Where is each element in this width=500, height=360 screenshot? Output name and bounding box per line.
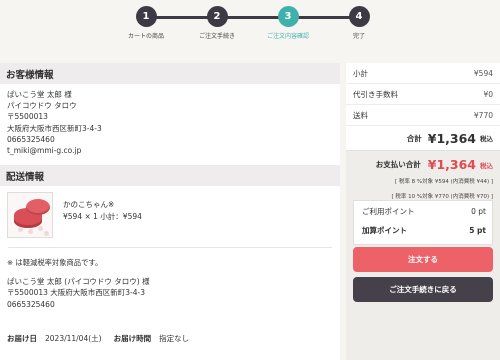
- customer-postal: 〒5500013: [7, 112, 48, 122]
- delivery-date-label: お届け日: [7, 334, 37, 343]
- step-4: 4 完了: [324, 6, 394, 40]
- points-box: ご利用ポイント 0 pt 加算ポイント 5 pt: [353, 200, 493, 245]
- step-1-number: 1: [135, 6, 157, 27]
- customer-phone: 0665325460: [7, 134, 55, 144]
- customer-name: ぱいこう堂 太郎 様: [7, 90, 72, 99]
- earned-points-row: 加算ポイント 5 pt: [362, 224, 486, 237]
- customer-email: t_miki@mmi-g.co.jp: [7, 146, 82, 156]
- place-order-button[interactable]: 注文する: [353, 247, 493, 272]
- delivery-time-value: 指定なし: [159, 334, 190, 343]
- delivery-info-heading: 配送情報: [0, 165, 340, 187]
- tax-8-line: [ 税率 8 %対象 ¥594 (内消費税 ¥44) ]: [394, 179, 493, 185]
- step-3-number: 3: [277, 6, 299, 27]
- customer-info-heading: お客様情報: [0, 63, 340, 84]
- customer-info: ぱいこう堂 太郎 様 パイコウドウ タロウ 〒5500013 大阪府大阪市西区新…: [0, 84, 340, 156]
- shipping-value: ¥770: [473, 110, 493, 120]
- recipient-name: ぱいこう堂 太郎 (パイコウドウ タロウ) 様: [7, 277, 150, 287]
- reduced-tax-note: ※ は軽減税率対象商品です。: [7, 258, 103, 268]
- earned-points-value: 5 pt: [469, 226, 486, 235]
- customer-kana: パイコウドウ タロウ: [7, 101, 77, 111]
- step-4-number: 4: [348, 6, 370, 27]
- payment-total-block: お支払い合計 ¥1,364 税込 [ 税率 8 %対象 ¥594 (内消費税 ¥…: [346, 151, 500, 205]
- cod-fee-row: 代引き手数料 ¥0: [346, 84, 500, 105]
- back-to-checkout-button[interactable]: ご注文手続きに戻る: [353, 277, 493, 302]
- delivery-time-label: お届け時間: [113, 334, 152, 343]
- cod-fee-value: ¥0: [483, 89, 493, 99]
- product-price-line: ¥594 × 1 小計：¥594: [63, 212, 142, 222]
- used-points-row: ご利用ポイント 0 pt: [362, 205, 486, 218]
- product-image: [7, 192, 53, 239]
- subtotal-value: ¥594: [473, 68, 493, 78]
- total-label: 合計: [406, 133, 422, 143]
- tax-10-line: [ 税率 10 %対象 ¥770 (内消費税 ¥70) ]: [391, 194, 493, 200]
- step-2-number: 2: [206, 6, 228, 27]
- total-row: 合計 ¥1,364 税込: [346, 126, 500, 151]
- shipping-label: 送料: [353, 110, 368, 120]
- step-4-label: 完了: [352, 33, 365, 40]
- payment-total-label: お支払い合計: [375, 160, 421, 169]
- used-points-label: ご利用ポイント: [362, 207, 415, 216]
- recipient-address: 〒5500013 大阪府大阪市西区新町3-4-3: [7, 288, 146, 298]
- step-1: 1 カートの商品: [111, 6, 181, 40]
- total-tax-label: 税込: [480, 135, 493, 143]
- delivery-date-value: 2023/11/04(土): [45, 334, 102, 343]
- step-3-label: ご注文内容確認: [266, 33, 309, 40]
- payment-tax-label: 税込: [480, 161, 493, 170]
- step-2: 2 ご注文手続き: [182, 6, 252, 40]
- step-3: 3 ご注文内容確認: [253, 6, 323, 40]
- earned-points-label: 加算ポイント: [362, 226, 407, 235]
- order-summary: 小計 ¥594 代引き手数料 ¥0 送料 ¥770 合計 ¥1,364 税込 お…: [346, 63, 500, 360]
- recipient-phone: 0665325460: [7, 299, 55, 309]
- payment-total-value: ¥1,364: [427, 157, 476, 172]
- checkout-steps: 1 カートの商品 2 ご注文手続き 3 ご注文内容確認 4 完了: [0, 0, 500, 50]
- delivery-schedule: お届け日 2023/11/04(土) お届け時間 指定なし: [7, 333, 201, 344]
- step-1-label: カートの商品: [127, 33, 164, 40]
- subtotal-label: 小計: [353, 68, 368, 78]
- cod-fee-label: 代引き手数料: [353, 89, 398, 99]
- subtotal-row: 小計 ¥594: [346, 63, 500, 84]
- product-name: かのこちゃん※: [63, 200, 115, 210]
- customer-address: 大阪府大阪市西区新町3-4-3: [7, 123, 102, 133]
- used-points-value: 0 pt: [471, 207, 486, 216]
- order-details-card: お客様情報 ぱいこう堂 太郎 様 パイコウドウ タロウ 〒5500013 大阪府…: [0, 63, 340, 360]
- recipient-info: ぱいこう堂 太郎 (パイコウドウ タロウ) 様 〒5500013 大阪府大阪市西…: [0, 268, 340, 310]
- product-item: かのこちゃん※ ¥594 × 1 小計：¥594: [0, 186, 340, 244]
- total-value: ¥1,364: [427, 130, 476, 146]
- shipping-row: 送料 ¥770: [346, 105, 500, 126]
- step-2-label: ご注文手続き: [198, 33, 235, 40]
